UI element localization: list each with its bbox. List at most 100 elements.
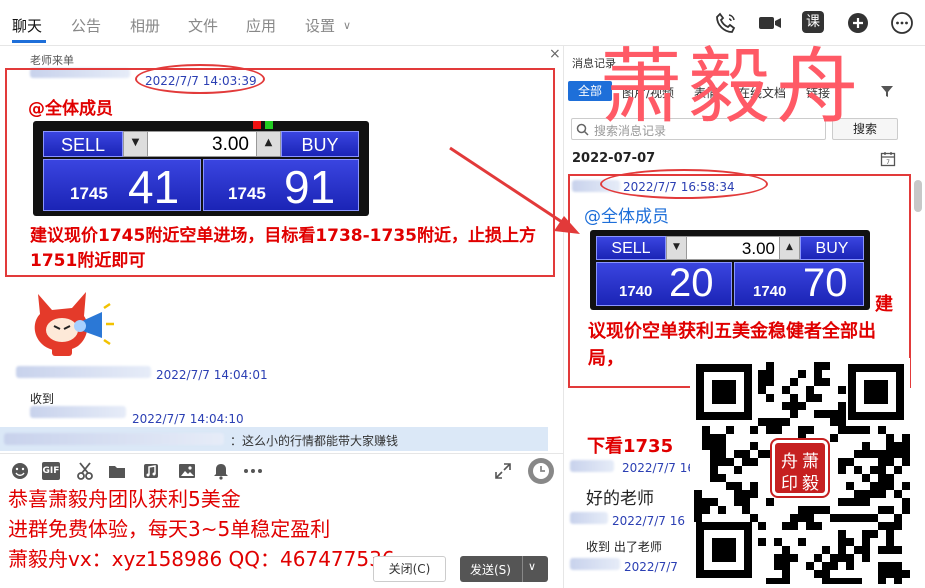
qr-module xyxy=(790,410,798,418)
qr-module xyxy=(822,546,830,554)
qr-module xyxy=(726,482,734,490)
qr-module xyxy=(894,522,902,530)
qr-module xyxy=(806,386,814,394)
qr-module xyxy=(710,434,718,442)
filter-funnel-icon[interactable] xyxy=(880,84,894,98)
history-scrollbar[interactable] xyxy=(914,180,922,212)
qr-module xyxy=(830,554,838,562)
gif-icon[interactable]: GIF xyxy=(42,462,60,480)
message-text: ：这么小的行情都能带大家赚钱 xyxy=(230,434,399,448)
blurred-username xyxy=(4,433,224,445)
calendar-icon[interactable]: 7 xyxy=(880,151,896,167)
composer-input[interactable]: 恭喜萧毅舟团队获利5美金 进群免费体验，每天3~5单稳定盈利 萧毅舟vx：xyz… xyxy=(8,484,395,574)
send-options-chevron-icon[interactable]: ∨ xyxy=(528,560,536,573)
sticker-image[interactable] xyxy=(28,286,114,360)
history-clock-icon[interactable] xyxy=(528,458,554,484)
qr-module xyxy=(750,458,758,466)
qr-module xyxy=(702,426,710,434)
more-icon[interactable] xyxy=(890,11,914,35)
qr-module xyxy=(806,426,814,434)
chevron-down-icon[interactable]: ∨ xyxy=(343,19,351,32)
tab-files[interactable]: 文件 xyxy=(188,15,218,36)
qr-module xyxy=(766,394,774,402)
qr-module xyxy=(734,482,742,490)
qr-module xyxy=(734,450,742,458)
qr-module xyxy=(758,386,766,394)
buy-button[interactable]: BUY xyxy=(800,236,864,260)
buy-price-panel[interactable]: 1745 91 xyxy=(203,159,359,213)
annotation-arrow xyxy=(449,146,580,234)
tab-apps[interactable]: 应用 xyxy=(246,15,276,36)
emoji-icon[interactable] xyxy=(11,462,29,480)
increase-arrow-icon[interactable]: ▲ xyxy=(779,237,799,259)
send-button[interactable]: 发送(S) ∨ xyxy=(460,556,548,582)
seal-char: 毅 xyxy=(802,474,819,494)
qr-module xyxy=(886,450,894,458)
qr-module xyxy=(774,578,782,586)
increase-arrow-icon[interactable]: ▲ xyxy=(256,132,280,156)
send-divider xyxy=(522,556,523,582)
tab-chat[interactable]: 聊天 xyxy=(12,15,42,36)
qr-module xyxy=(758,522,766,530)
qr-module xyxy=(750,514,758,522)
qr-module xyxy=(710,450,718,458)
selected-message-row[interactable]: ：这么小的行情都能带大家赚钱 xyxy=(0,427,548,451)
qr-module xyxy=(814,370,822,378)
buy-button[interactable]: BUY xyxy=(281,131,359,157)
qr-module xyxy=(902,498,910,506)
qr-module xyxy=(862,442,870,450)
qr-module xyxy=(838,426,846,434)
price-tick-green xyxy=(265,121,273,129)
qr-module xyxy=(862,426,870,434)
quantity-stepper[interactable]: ▼ 3.00 ▲ xyxy=(123,131,281,157)
qr-module xyxy=(766,362,774,370)
close-history-icon[interactable]: × xyxy=(549,46,561,62)
qr-module xyxy=(766,498,774,506)
qr-module xyxy=(870,466,878,474)
expand-icon[interactable] xyxy=(494,462,512,480)
music-icon[interactable] xyxy=(142,462,160,480)
qr-module xyxy=(902,442,910,450)
qr-module xyxy=(798,426,806,434)
quantity-stepper[interactable]: ▼ 3.00 ▲ xyxy=(666,236,800,260)
bell-icon[interactable] xyxy=(212,462,230,480)
qr-module xyxy=(782,570,790,578)
qr-module xyxy=(798,538,806,546)
qr-module xyxy=(710,442,718,450)
qr-module xyxy=(838,386,846,394)
buy-price-panel[interactable]: 1740 70 xyxy=(734,261,864,306)
buy-price-big: 70 xyxy=(803,261,848,305)
qr-module xyxy=(750,482,758,490)
qr-module xyxy=(838,578,846,586)
qr-module xyxy=(854,578,862,586)
image-icon[interactable] xyxy=(178,462,196,480)
qr-module xyxy=(822,506,830,514)
tab-album[interactable]: 相册 xyxy=(130,15,160,36)
qr-module xyxy=(710,498,718,506)
scissors-icon[interactable] xyxy=(76,462,94,480)
qr-module xyxy=(902,506,910,514)
tab-settings[interactable]: 设置 xyxy=(305,15,335,36)
chat-message-area[interactable]: 老师来单 2022/7/7 14:03:39 @全体成员 SELL ▼ 3.00… xyxy=(0,46,563,453)
ellipsis-icon[interactable] xyxy=(243,462,262,480)
tab-announcement[interactable]: 公告 xyxy=(71,15,101,36)
blurred-username xyxy=(16,366,151,378)
message-timestamp: 2022/7/7 14:04:01 xyxy=(156,368,268,382)
qr-module xyxy=(718,442,726,450)
qr-module xyxy=(862,554,870,562)
qr-module xyxy=(710,458,718,466)
close-button[interactable]: 关闭(C) xyxy=(373,556,446,582)
qr-module xyxy=(734,498,742,506)
sell-price-prefix: 1740 xyxy=(619,283,653,300)
sell-price-panel[interactable]: 1740 20 xyxy=(596,261,732,306)
qr-module xyxy=(782,418,790,426)
qr-module xyxy=(758,378,766,386)
decrease-arrow-icon[interactable]: ▼ xyxy=(124,132,148,156)
decrease-arrow-icon[interactable]: ▼ xyxy=(667,237,687,259)
sell-button[interactable]: SELL xyxy=(596,236,666,260)
folder-icon[interactable] xyxy=(108,462,126,480)
qr-code-image: 舟 萧 印 毅 xyxy=(690,358,910,586)
sell-price-panel[interactable]: 1745 41 xyxy=(43,159,201,213)
sell-price-big: 20 xyxy=(669,261,714,305)
sell-button[interactable]: SELL xyxy=(43,131,123,157)
